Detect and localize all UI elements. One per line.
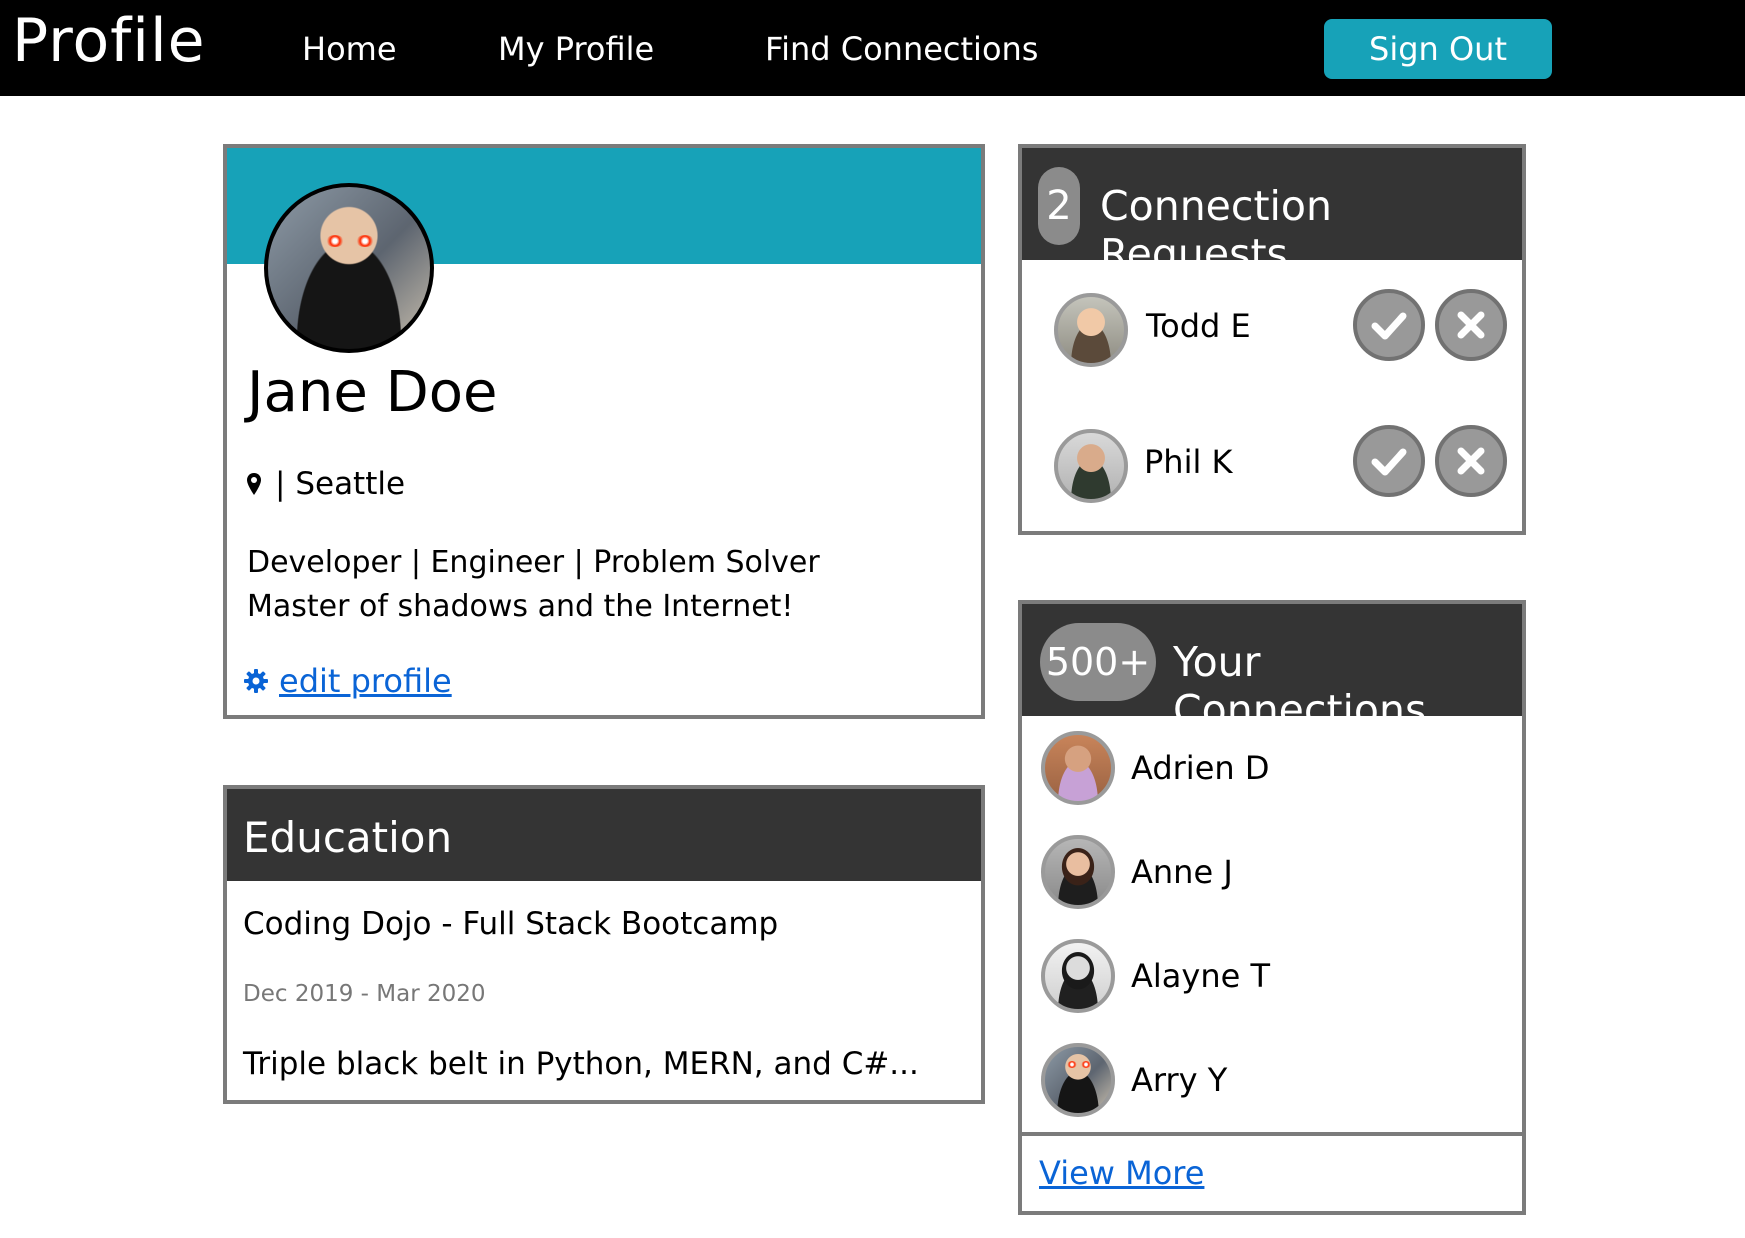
laser-eye-effect bbox=[356, 235, 374, 247]
education-card: Education Coding Dojo - Full Stack Bootc… bbox=[223, 785, 985, 1104]
map-pin-icon bbox=[247, 473, 261, 495]
connection-name: Anne J bbox=[1131, 853, 1233, 891]
education-dates: Dec 2019 - Mar 2020 bbox=[243, 981, 486, 1007]
connections-count-badge: 500+ bbox=[1040, 623, 1156, 701]
connection-item[interactable]: Adrien D bbox=[1022, 731, 1522, 807]
sign-out-button[interactable]: Sign Out bbox=[1324, 19, 1552, 79]
nav-link-my-profile[interactable]: My Profile bbox=[498, 30, 654, 68]
avatar bbox=[1041, 1043, 1115, 1117]
avatar bbox=[1041, 731, 1115, 805]
connection-item[interactable]: Arry Y bbox=[1022, 1043, 1522, 1119]
decline-request-button[interactable] bbox=[1435, 425, 1507, 497]
edit-profile-link[interactable]: edit profile bbox=[279, 662, 452, 700]
connection-name: Alayne T bbox=[1131, 957, 1271, 995]
connection-name: Arry Y bbox=[1131, 1061, 1228, 1099]
profile-name: Jane Doe bbox=[247, 360, 498, 425]
connection-item[interactable]: Anne J bbox=[1022, 835, 1522, 911]
profile-avatar bbox=[264, 183, 434, 353]
connection-requests-title: Connection Requests bbox=[1100, 182, 1332, 278]
request-name: Phil K bbox=[1144, 443, 1233, 481]
connection-item[interactable]: Alayne T bbox=[1022, 939, 1522, 1015]
profile-bio: Developer | Engineer | Problem Solver Ma… bbox=[247, 541, 820, 629]
view-more-link[interactable]: View More bbox=[1039, 1154, 1204, 1192]
avatar bbox=[1054, 293, 1128, 367]
connections-title: Your Connections bbox=[1173, 638, 1427, 734]
bio-line: Developer | Engineer | Problem Solver bbox=[247, 545, 820, 580]
request-item: Phil K bbox=[1022, 425, 1522, 505]
connections-footer: View More bbox=[1022, 1132, 1522, 1211]
accept-request-button[interactable] bbox=[1353, 425, 1425, 497]
nav-link-find-connections[interactable]: Find Connections bbox=[765, 30, 1038, 68]
gear-icon bbox=[244, 669, 268, 693]
requests-count-badge: 2 bbox=[1038, 167, 1080, 245]
connection-name: Adrien D bbox=[1131, 749, 1270, 787]
laser-eye-effect bbox=[1081, 1061, 1091, 1068]
request-item: Todd E bbox=[1022, 289, 1522, 369]
education-school: Coding Dojo - Full Stack Bootcamp bbox=[243, 906, 779, 942]
avatar bbox=[1054, 429, 1128, 503]
connection-requests-header: 2 Connection Requests bbox=[1022, 148, 1522, 278]
check-icon bbox=[1371, 312, 1407, 340]
avatar bbox=[1041, 835, 1115, 909]
x-icon bbox=[1457, 447, 1485, 475]
connection-requests-card: 2 Connection Requests Todd E Phil K bbox=[1018, 144, 1526, 535]
edit-profile-row: edit profile bbox=[243, 662, 452, 700]
profile-card: Jane Doe | Seattle Developer | Engineer … bbox=[223, 144, 985, 719]
x-icon bbox=[1457, 311, 1485, 339]
education-header: Education bbox=[227, 789, 981, 881]
laser-eye-effect bbox=[1067, 1061, 1077, 1068]
request-name: Todd E bbox=[1146, 307, 1251, 345]
nav-link-home[interactable]: Home bbox=[302, 30, 397, 68]
decline-request-button[interactable] bbox=[1435, 289, 1507, 361]
laser-eye-effect bbox=[326, 235, 344, 247]
brand-title: Profile bbox=[12, 6, 206, 76]
profile-location: | Seattle bbox=[247, 466, 405, 502]
accept-request-button[interactable] bbox=[1353, 289, 1425, 361]
location-text: Seattle bbox=[295, 466, 406, 502]
avatar bbox=[1041, 939, 1115, 1013]
check-icon bbox=[1371, 448, 1407, 476]
bio-line: Master of shadows and the Internet! bbox=[247, 589, 794, 624]
connections-header: 500+ Your Connections bbox=[1022, 604, 1522, 734]
education-description: Triple black belt in Python, MERN, and C… bbox=[243, 1046, 919, 1082]
location-separator: | bbox=[275, 466, 296, 502]
connections-card: 500+ Your Connections Adrien D Anne J Al… bbox=[1018, 600, 1526, 1215]
education-title: Education bbox=[243, 813, 453, 862]
top-navbar: Profile Home My Profile Find Connections… bbox=[0, 0, 1745, 96]
